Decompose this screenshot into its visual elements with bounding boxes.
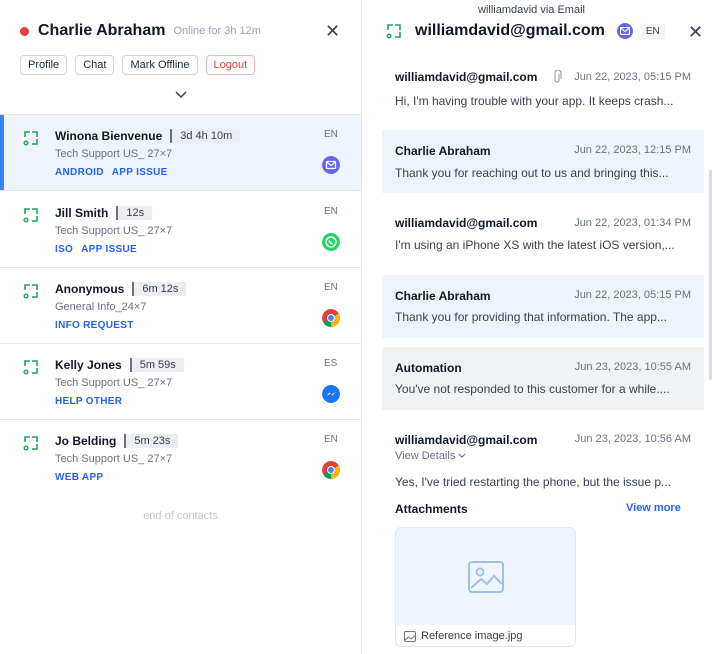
message-text: Yes, I've tried restarting the phone, bu… (395, 475, 672, 489)
contact-item[interactable]: Anonymous 6m 12s General Info_24×7 INFO R… (0, 268, 361, 344)
wait-time: 12s (116, 206, 153, 220)
agent-actions: Profile Chat Mark Offline Logout (20, 55, 256, 75)
wait-time: 5m 59s (129, 358, 184, 372)
chat-button[interactable]: Chat (75, 55, 115, 75)
attachment-card[interactable]: Reference image.jpg (395, 527, 576, 647)
message-sender: williamdavid@gmail.com (395, 70, 538, 84)
status-dot (20, 26, 29, 36)
message-text: Thank you for providing that information… (395, 310, 667, 324)
contact-name: Winona Bienvenue 3d 4h 10m (55, 129, 241, 143)
contact-language: EN (324, 129, 338, 140)
chrome-icon (322, 461, 340, 479)
logout-button[interactable]: Logout (205, 55, 256, 75)
chevron-down-icon (458, 453, 466, 458)
wait-time: 3d 4h 10m (170, 129, 241, 143)
whatsapp-icon (322, 233, 340, 251)
attachment-thumbnail (396, 528, 575, 625)
message-date: Jun 22, 2023, 12:15 PM (574, 144, 691, 156)
contact-item[interactable]: Winona Bienvenue 3d 4h 10m Tech Support U… (0, 115, 361, 191)
contact-name: Kelly Jones 5m 59s (55, 358, 184, 372)
message[interactable]: Charlie Abraham Jun 22, 2023, 05:15 PM T… (382, 275, 704, 338)
contact-item[interactable]: Kelly Jones 5m 59s Tech Support US_ 27×7 … (0, 344, 361, 420)
contact-item[interactable]: Jo Belding 5m 23s Tech Support US_ 27×7 W… (0, 420, 361, 496)
agent-name: Charlie Abraham (38, 22, 166, 39)
conversation-icon (23, 284, 38, 299)
contact-name: Jill Smith 12s (55, 206, 153, 220)
message-sender: Charlie Abraham (395, 289, 491, 303)
contact-tags: HELP OTHER (55, 396, 123, 407)
contact-language: EN (324, 434, 338, 445)
conversation-title: williamdavid@gmail.com (415, 22, 605, 39)
message-sender: williamdavid@gmail.com (395, 216, 538, 230)
message-date: Jun 22, 2023, 05:15 PM (574, 71, 691, 83)
contact-name: Jo Belding 5m 23s (55, 434, 179, 448)
message[interactable]: Automation Jun 23, 2023, 10:55 AM You've… (382, 347, 704, 410)
attachment-name: Reference image.jpg (404, 630, 523, 642)
contact-tags: ANDROID APP ISSUE (55, 167, 168, 178)
conversation-icon (23, 436, 38, 451)
attachments-label: Attachments (395, 502, 468, 516)
message[interactable]: williamdavid@gmail.com Jun 23, 2023, 10:… (382, 419, 704, 497)
message[interactable]: Charlie Abraham Jun 22, 2023, 12:15 PM T… (382, 130, 704, 193)
conversation-subtitle: williamdavid via Email (478, 4, 585, 16)
message-text: Thank you for reaching out to us and bri… (395, 166, 669, 180)
message-date: Jun 22, 2023, 05:15 PM (574, 289, 691, 301)
agent-status: Online for 3h 12m (173, 25, 261, 37)
contact-tags: WEB APP (55, 472, 104, 483)
conversation-icon (23, 360, 38, 375)
message-text: Hi, I'm having trouble with your app. It… (395, 94, 674, 108)
close-icon[interactable]: ✕ (688, 22, 703, 43)
message-sender: Charlie Abraham (395, 144, 491, 158)
message-date: Jun 23, 2023, 10:56 AM (574, 433, 691, 445)
conversation-icon (386, 24, 401, 39)
contact-name: Anonymous 6m 12s (55, 282, 187, 296)
contact-language: ES (324, 358, 338, 369)
message-text: You've not responded to this customer fo… (395, 382, 670, 396)
image-icon (404, 630, 416, 642)
contact-queue: Tech Support US_ 27×7 (55, 453, 173, 465)
contact-item[interactable]: Jill Smith 12s Tech Support US_ 27×7 ISO A… (0, 192, 361, 268)
end-of-contacts-label: end of contacts (143, 510, 218, 522)
wait-time: 5m 23s (124, 434, 179, 448)
message-date: Jun 23, 2023, 10:55 AM (574, 361, 691, 373)
profile-button[interactable]: Profile (20, 55, 68, 75)
contacts-panel: Charlie Abraham Online for 3h 12m ✕ Prof… (0, 0, 362, 654)
view-details-link[interactable]: View Details (395, 450, 466, 462)
contact-queue: Tech Support US_ 27×7 (55, 225, 173, 237)
wait-time: 6m 12s (132, 282, 187, 296)
email-icon (322, 156, 340, 174)
contact-language: EN (324, 206, 338, 217)
message-sender: williamdavid@gmail.com (395, 433, 538, 447)
chrome-icon (322, 309, 340, 327)
conversation-panel: williamdavid via Email williamdavid@gmai… (363, 0, 712, 654)
paperclip-icon (554, 70, 562, 83)
message[interactable]: williamdavid@gmail.com Jun 22, 2023, 01:… (382, 203, 704, 265)
agent-header: Charlie Abraham Online for 3h 12m (20, 22, 261, 40)
mark-offline-button[interactable]: Mark Offline (122, 55, 198, 75)
contact-queue: Tech Support US_ 27×7 (55, 148, 173, 160)
image-icon (467, 560, 504, 593)
message-date: Jun 22, 2023, 01:34 PM (574, 217, 691, 229)
contact-language: EN (324, 282, 338, 293)
close-icon[interactable]: ✕ (325, 22, 340, 40)
conversation-icon (23, 131, 38, 146)
active-indicator (0, 115, 4, 190)
conversation-language: EN (640, 23, 665, 39)
messenger-icon (322, 385, 340, 403)
contact-tags: INFO REQUEST (55, 320, 134, 331)
conversation-header: williamdavid@gmail.com EN (385, 22, 665, 40)
message-text: I'm using an iPhone XS with the latest i… (395, 238, 675, 252)
message-sender: Automation (395, 361, 462, 375)
view-more-link[interactable]: View more (626, 502, 681, 514)
conversation-icon (23, 208, 38, 223)
contact-tags: ISO APP ISSUE (55, 244, 138, 255)
contact-queue: Tech Support US_ 27×7 (55, 377, 173, 389)
contact-queue: General Info_24×7 (55, 301, 147, 313)
chevron-down-icon[interactable] (175, 88, 187, 102)
email-icon (616, 23, 633, 39)
message[interactable]: williamdavid@gmail.com Jun 22, 2023, 05:… (382, 58, 704, 112)
